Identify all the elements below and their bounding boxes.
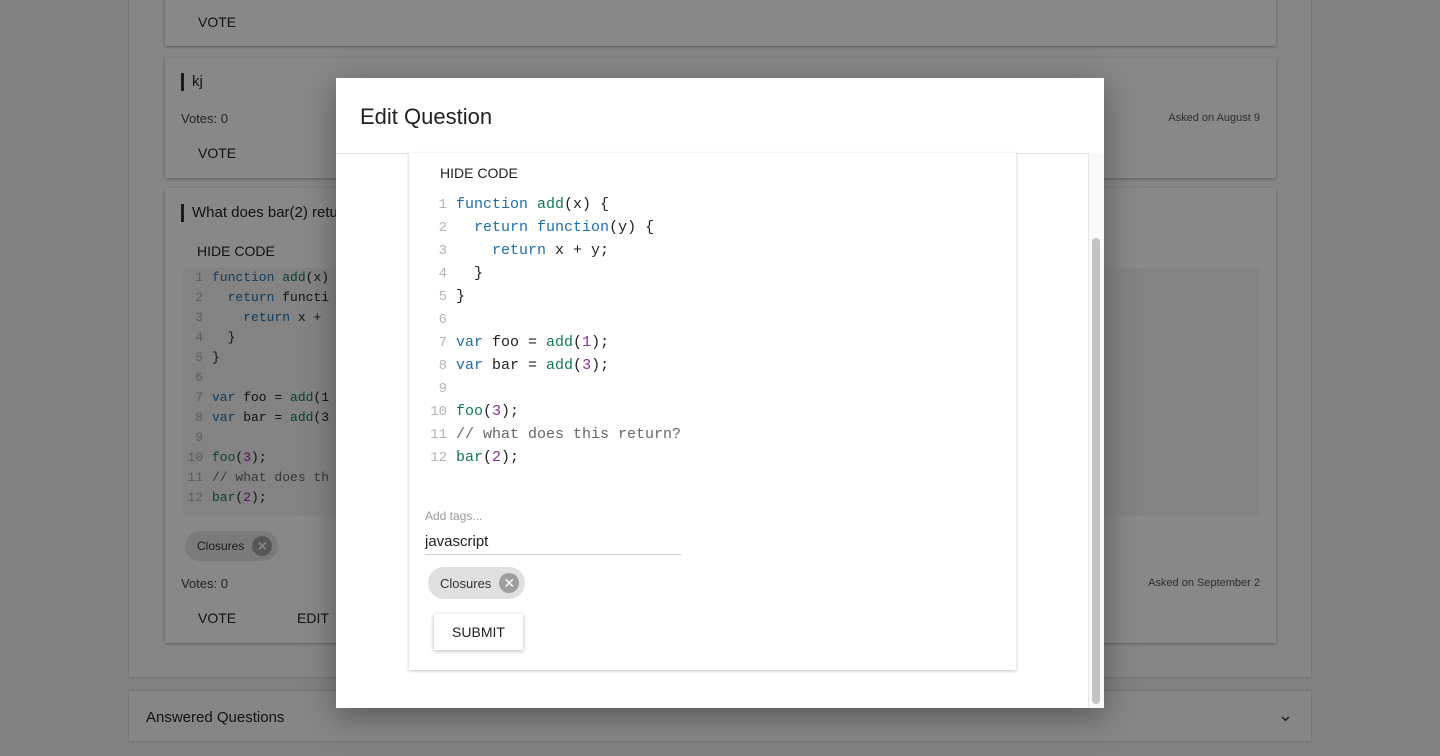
code-line: 9 [429, 377, 456, 400]
code-line: 10 foo(3); [429, 400, 519, 423]
code-line: 4 } [429, 262, 483, 285]
code-line: 7 var foo = add(1); [429, 331, 610, 354]
line-number: 10 [430, 404, 447, 420]
line-number: 6 [438, 312, 447, 328]
dialog-title: Edit Question [360, 104, 493, 129]
tag-chip-label: Closures [440, 575, 492, 591]
hide-code-button[interactable]: HIDE CODE [440, 165, 518, 181]
code-text: } [456, 288, 466, 305]
code-text: function add(x) { [456, 196, 610, 213]
code-line: 5} [429, 285, 465, 308]
tag-chip: Closures ✕ [428, 567, 526, 599]
close-circle-icon[interactable]: ✕ [499, 573, 520, 593]
scrollbar-thumb[interactable] [1092, 238, 1100, 704]
code-line: 8 var bar = add(3); [429, 354, 610, 377]
code-line: 6 [429, 308, 456, 331]
code-line: 1 function add(x) { [429, 193, 609, 216]
tags-input-label: Add tags... [425, 509, 483, 523]
code-line: 3 return x + y; [429, 239, 609, 262]
submit-button[interactable]: SUBMIT [434, 614, 523, 650]
code-text: bar(2); [456, 449, 520, 466]
tags-input[interactable] [425, 529, 681, 555]
edit-question-dialog: Edit Question HIDE CODE 1 function add(x)… [336, 78, 1104, 708]
line-number: 11 [430, 427, 447, 443]
code-block: 1 function add(x) { 2 return function(y) {… [429, 193, 1009, 473]
question-form: HIDE CODE 1 function add(x) { 2 return fun… [409, 153, 1016, 670]
code-text: return x + y; [492, 242, 610, 259]
code-line: 2 return function(y) { [429, 216, 654, 239]
line-number: 3 [438, 243, 447, 259]
line-number: 5 [438, 289, 447, 305]
line-number: 4 [438, 266, 447, 282]
code-text: var bar = add(3); [456, 357, 610, 374]
code-text: var foo = add(1); [456, 334, 610, 351]
code-text: } [456, 265, 484, 282]
line-number: 7 [438, 335, 447, 351]
line-number: 8 [438, 358, 447, 374]
code-text: // what does this return? [456, 426, 682, 443]
code-text: return function(y) { [474, 219, 655, 236]
code-text: foo(3); [456, 403, 520, 420]
line-number: 12 [430, 450, 447, 466]
line-number: 2 [438, 220, 447, 236]
code-line: 12 bar(2); [429, 446, 519, 469]
code-line: 11 // what does this return? [429, 423, 681, 446]
line-number: 1 [438, 197, 447, 213]
line-number: 9 [438, 381, 447, 397]
